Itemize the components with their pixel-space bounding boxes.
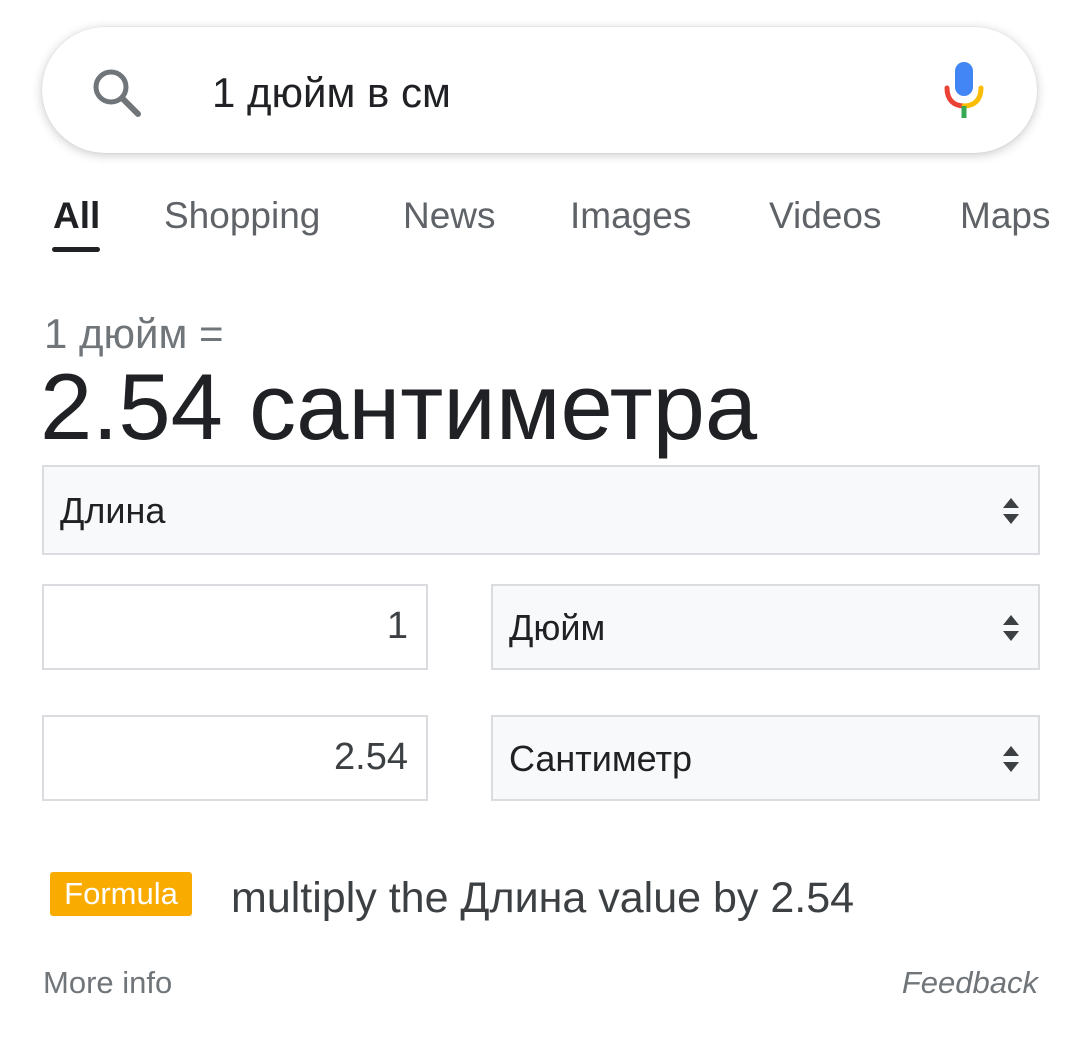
category-select-label: Длина	[60, 490, 166, 531]
search-icon[interactable]	[88, 64, 144, 120]
formula-text: multiply the Длина value by 2.54	[231, 874, 855, 922]
more-info-link[interactable]: More info	[43, 963, 172, 1003]
microphone-icon[interactable]	[942, 60, 986, 120]
search-input[interactable]: 1 дюйм в см	[212, 66, 451, 120]
up-down-arrows-icon	[1003, 746, 1019, 772]
formula-badge: Formula	[50, 872, 192, 916]
from-unit-label: Дюйм	[509, 607, 606, 648]
to-value: 2.54	[334, 736, 408, 778]
up-down-arrows-icon	[1003, 615, 1019, 641]
page: 1 дюйм в см All Shopping News Images Vid…	[0, 0, 1080, 1040]
tab-videos[interactable]: Videos	[769, 190, 881, 242]
to-value-input[interactable]: 2.54	[42, 715, 428, 801]
up-down-arrows-icon	[1003, 498, 1019, 524]
from-value: 1	[386, 605, 408, 647]
tab-all[interactable]: All	[53, 190, 100, 242]
to-unit-select[interactable]: Сантиметр	[491, 715, 1040, 801]
tab-images[interactable]: Images	[570, 190, 691, 242]
to-unit-label: Сантиметр	[509, 738, 692, 779]
search-tabs: All Shopping News Images Videos Maps	[0, 190, 1080, 260]
search-bar[interactable]	[42, 27, 1037, 153]
from-unit-select[interactable]: Дюйм	[491, 584, 1040, 670]
tab-shopping[interactable]: Shopping	[164, 190, 320, 242]
active-tab-indicator	[52, 247, 100, 252]
from-value-input[interactable]: 1	[42, 584, 428, 670]
conversion-answer: 2.54 сантиметра	[40, 354, 758, 459]
tab-news[interactable]: News	[403, 190, 496, 242]
category-select[interactable]: Длина	[42, 465, 1040, 555]
feedback-link[interactable]: Feedback	[902, 963, 1038, 1003]
tab-maps[interactable]: Maps	[960, 190, 1050, 242]
